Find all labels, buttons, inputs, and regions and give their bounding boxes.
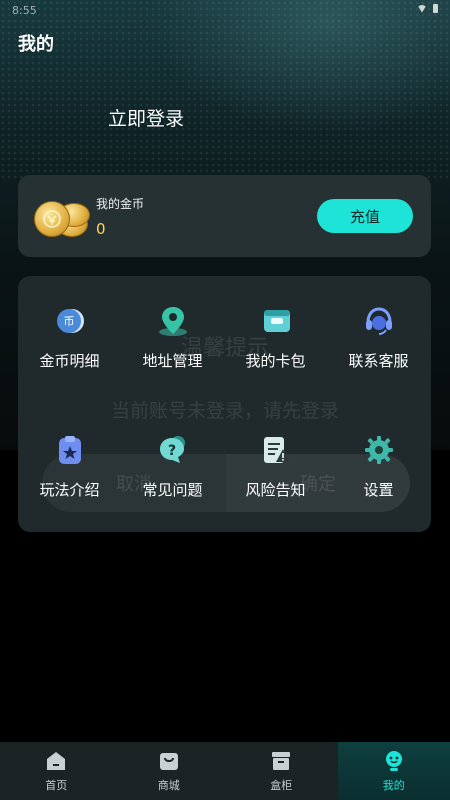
tab-label: 商城 [157, 779, 180, 792]
menu-item-faq[interactable]: ? 常见问题 [121, 409, 224, 519]
menu-item-support[interactable]: 联系客服 [327, 280, 430, 390]
menu-item-card-wallet[interactable]: 我的卡包 [224, 280, 327, 390]
location-pin-icon [156, 304, 190, 338]
menu-grid: 币 金币明细 地址管理 我的卡包 联系客服 玩法介绍 ? 常见问题 风险告知 设… [18, 276, 431, 532]
svg-text:?: ? [167, 443, 175, 459]
menu-label: 联系客服 [348, 352, 409, 370]
shop-icon [157, 749, 181, 773]
menu-label: 设置 [363, 481, 394, 499]
headset-icon [362, 304, 396, 338]
tab-profile[interactable]: 我的 [337, 742, 450, 800]
tab-label: 首页 [45, 779, 68, 792]
recharge-button[interactable]: 充值 [317, 199, 413, 233]
menu-label: 风险告知 [245, 481, 306, 499]
tab-home[interactable]: 首页 [0, 742, 113, 800]
menu-label: 玩法介绍 [39, 481, 100, 499]
wifi-icon [417, 4, 427, 13]
tab-label: 盒柜 [270, 779, 293, 792]
page-title: 我的 [18, 34, 54, 55]
bottom-tabbar: 首页 商城 盒柜 我的 [0, 742, 450, 800]
menu-label: 地址管理 [142, 352, 203, 370]
warning-document-icon [259, 433, 293, 467]
menu-item-coin-detail[interactable]: 币 金币明细 [18, 280, 121, 390]
coin-value: 0 [96, 220, 106, 238]
menu-item-address[interactable]: 地址管理 [121, 280, 224, 390]
card-wallet-icon [259, 304, 293, 338]
tab-label: 我的 [382, 779, 405, 792]
gear-icon [362, 433, 396, 467]
home-icon [44, 749, 68, 773]
box-cabinet-icon [269, 749, 293, 773]
coin-title: 我的金币 [96, 197, 145, 211]
tab-shop[interactable]: 商城 [113, 742, 226, 800]
login-button[interactable]: 立即登录 [108, 104, 184, 131]
menu-item-settings[interactable]: 设置 [327, 409, 430, 519]
profile-icon [382, 749, 406, 773]
status-bar: 8:55 [0, 0, 450, 22]
menu-label: 常见问题 [142, 481, 203, 499]
menu-item-gameplay[interactable]: 玩法介绍 [18, 409, 121, 519]
star-clipboard-icon [53, 433, 87, 467]
coin-detail-icon: 币 [53, 304, 87, 338]
coin-card: 我的金币 0 充值 [18, 175, 431, 257]
battery-icon [433, 4, 438, 13]
coin-stack-icon [34, 199, 92, 239]
tab-cabinet[interactable]: 盒柜 [225, 742, 338, 800]
status-icons [417, 4, 438, 13]
menu-item-risk[interactable]: 风险告知 [224, 409, 327, 519]
menu-label: 金币明细 [39, 352, 100, 370]
status-time: 8:55 [12, 4, 37, 17]
question-bubble-icon: ? [156, 433, 190, 467]
header-dot-pattern [0, 0, 450, 180]
menu-label: 我的卡包 [245, 352, 306, 370]
svg-text:币: 币 [63, 315, 74, 328]
